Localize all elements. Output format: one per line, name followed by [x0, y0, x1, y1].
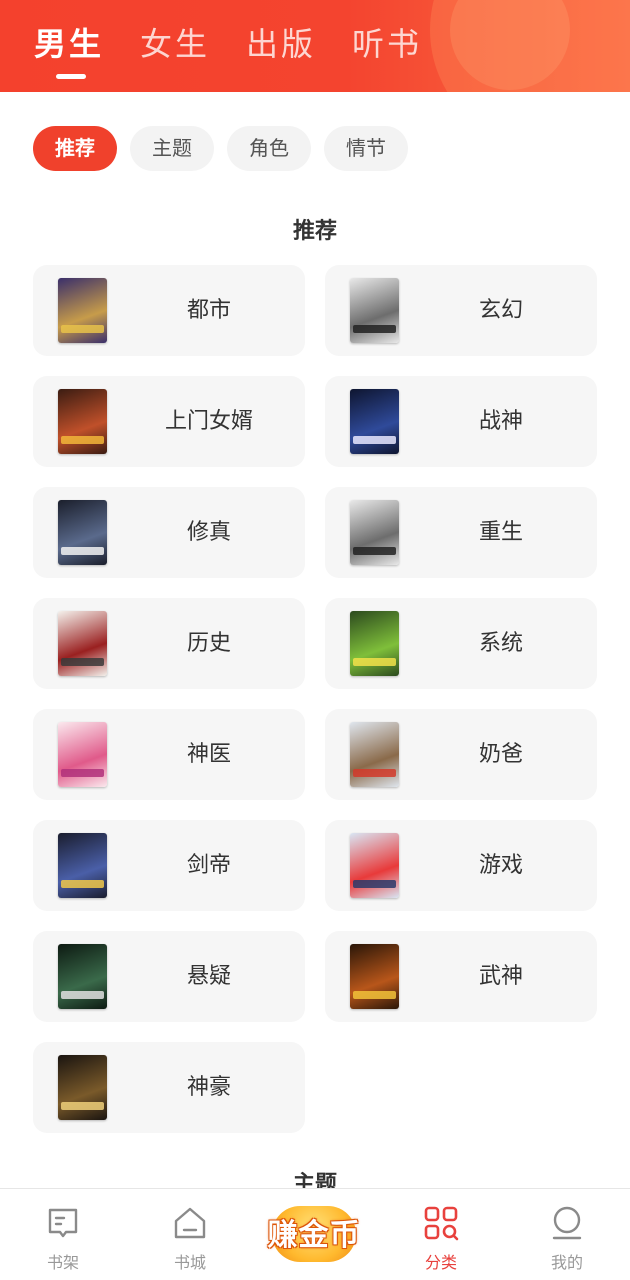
- category-label: 剑帝: [186, 853, 231, 878]
- book-cover-image: [350, 611, 399, 676]
- tab-label: 听书: [352, 25, 423, 63]
- category-label: 游戏: [478, 853, 523, 878]
- category-card[interactable]: 神医: [33, 709, 305, 800]
- book-cover-image: [58, 500, 107, 565]
- book-cover-image: [350, 389, 399, 454]
- category-label: 系统: [478, 631, 523, 656]
- category-label: 战神: [478, 409, 523, 434]
- category-card[interactable]: 系统: [325, 598, 597, 689]
- tab-publish[interactable]: 出版: [246, 22, 316, 66]
- category-card[interactable]: 都市: [33, 265, 305, 356]
- book-cover-image: [58, 833, 107, 898]
- header-bar: 男生 女生 出版 听书: [0, 0, 630, 92]
- tab-label: 出版: [246, 25, 317, 63]
- earn-coins-label: 赚金币: [267, 1218, 361, 1253]
- chip-plot[interactable]: 情节: [324, 126, 408, 171]
- nav-label: 分类: [424, 1253, 457, 1272]
- category-grid-icon: [424, 1206, 459, 1241]
- book-cover-image: [58, 278, 107, 343]
- book-cover-image: [58, 722, 107, 787]
- top-tabs: 男生 女生 出版 听书: [34, 22, 422, 79]
- category-card[interactable]: 修真: [33, 487, 305, 578]
- category-card[interactable]: 游戏: [325, 820, 597, 911]
- nav-label: 书架: [46, 1253, 79, 1272]
- nav-bookshelf[interactable]: 书架: [18, 1189, 108, 1280]
- category-label: 都市: [186, 298, 231, 323]
- active-tab-indicator: [56, 74, 86, 79]
- bookshelf-icon: [48, 1208, 78, 1238]
- category-card[interactable]: 战神: [325, 376, 597, 467]
- profile-icon: [552, 1206, 582, 1240]
- category-card[interactable]: 剑帝: [33, 820, 305, 911]
- tab-female[interactable]: 女生: [140, 22, 210, 66]
- category-label: 悬疑: [186, 964, 231, 989]
- category-label: 上门女婿: [164, 409, 253, 434]
- chip-role[interactable]: 角色: [227, 126, 311, 171]
- nav-category[interactable]: 分类: [396, 1189, 486, 1280]
- book-cover-image: [350, 944, 399, 1009]
- category-card[interactable]: 悬疑: [33, 931, 305, 1022]
- category-card[interactable]: 奶爸: [325, 709, 597, 800]
- book-cover-image: [58, 944, 107, 1009]
- category-label: 奶爸: [478, 742, 523, 767]
- category-label: 神医: [186, 742, 231, 767]
- filter-chips: 推荐 主题 角色 情节: [33, 126, 408, 171]
- book-cover-image: [350, 500, 399, 565]
- nav-label: 书城: [173, 1253, 206, 1272]
- category-card[interactable]: 历史: [33, 598, 305, 689]
- category-card[interactable]: 玄幻: [325, 265, 597, 356]
- chip-theme[interactable]: 主题: [130, 126, 214, 171]
- category-card[interactable]: 上门女婿: [33, 376, 305, 467]
- nav-label: 我的: [550, 1253, 583, 1272]
- tab-male[interactable]: 男生: [34, 22, 105, 79]
- category-card[interactable]: 神豪: [33, 1042, 305, 1133]
- tab-label: 女生: [140, 25, 211, 63]
- book-cover-image: [350, 833, 399, 898]
- book-cover-image: [58, 389, 107, 454]
- category-label: 重生: [478, 520, 523, 545]
- category-label: 玄幻: [478, 298, 523, 323]
- category-label: 神豪: [186, 1075, 231, 1100]
- book-cover-image: [350, 722, 399, 787]
- category-label: 武神: [478, 964, 523, 989]
- chip-recommend[interactable]: 推荐: [33, 126, 117, 171]
- section-title-recommend: 推荐: [292, 219, 337, 244]
- earn-coins-button[interactable]: 赚金币: [262, 1198, 366, 1268]
- nav-mine[interactable]: 我的: [522, 1189, 612, 1280]
- category-label: 历史: [186, 631, 231, 656]
- category-label: 修真: [186, 520, 231, 545]
- home-icon: [174, 1207, 206, 1239]
- book-cover-image: [350, 278, 399, 343]
- category-card[interactable]: 重生: [325, 487, 597, 578]
- tab-label: 男生: [34, 25, 105, 63]
- tab-audiobook[interactable]: 听书: [352, 22, 422, 66]
- book-cover-image: [58, 611, 107, 676]
- category-card[interactable]: 武神: [325, 931, 597, 1022]
- book-cover-image: [58, 1055, 107, 1120]
- nav-bookstore[interactable]: 书城: [145, 1189, 235, 1280]
